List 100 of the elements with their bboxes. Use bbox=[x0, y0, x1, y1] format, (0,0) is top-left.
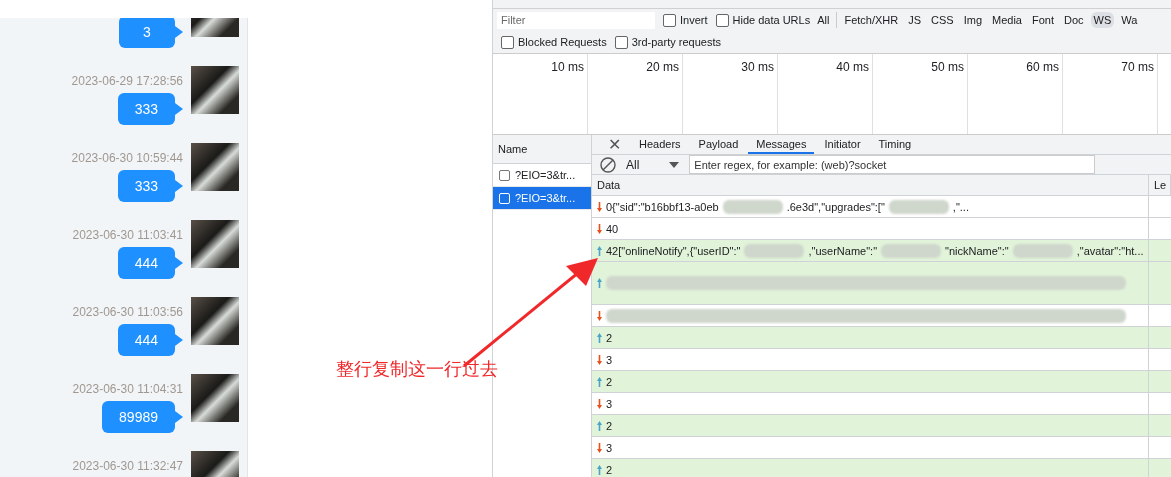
filter-checkbox[interactable]: Invert bbox=[663, 13, 708, 27]
filter-checkbox[interactable]: Blocked Requests bbox=[501, 35, 607, 49]
message-row[interactable]: 2 bbox=[592, 459, 1149, 477]
message-data: 42["onlineNotify",{"userID":" bbox=[606, 244, 741, 257]
bubble-tail-icon bbox=[175, 257, 183, 269]
message-time: 2023-06-30 11:03:41 bbox=[72, 228, 183, 242]
sent-arrow-icon bbox=[597, 376, 602, 387]
message-data: 3 bbox=[606, 441, 613, 454]
type-filter-button[interactable]: Wa bbox=[1118, 12, 1141, 28]
type-filter-button[interactable]: Doc bbox=[1061, 12, 1087, 28]
sent-arrow-icon bbox=[597, 245, 602, 256]
message-time: 2023-06-30 11:32:47 bbox=[72, 459, 183, 473]
length-cell bbox=[1149, 240, 1171, 262]
filter-checkbox[interactable]: Hide data URLs bbox=[715, 13, 811, 27]
bubble-tail-icon bbox=[175, 26, 183, 38]
message-row[interactable] bbox=[592, 305, 1149, 327]
length-cell bbox=[1149, 459, 1171, 477]
received-arrow-icon bbox=[597, 442, 602, 453]
avatar-photo-placeholder bbox=[191, 66, 239, 114]
type-filter-button[interactable]: Media bbox=[989, 12, 1025, 28]
message-row[interactable]: 3 bbox=[592, 393, 1149, 415]
message-row[interactable]: 3 bbox=[592, 349, 1149, 371]
type-filter-button[interactable]: WS bbox=[1090, 12, 1115, 28]
received-arrow-icon bbox=[597, 354, 602, 365]
length-cell bbox=[1149, 327, 1171, 349]
filter-input[interactable]: Filter bbox=[497, 11, 655, 29]
type-filter-button[interactable]: Fetch/XHR bbox=[841, 12, 902, 28]
timeline-tick: 20 ms bbox=[646, 60, 679, 74]
type-filter-button[interactable]: Img bbox=[960, 12, 985, 28]
message-time: 2023-06-30 10:59:44 bbox=[71, 151, 183, 165]
timeline-tick: 50 ms bbox=[931, 60, 964, 74]
type-filter-button[interactable]: All bbox=[814, 12, 833, 28]
message-row[interactable]: 2 bbox=[592, 371, 1149, 393]
bubble-tail-icon bbox=[175, 103, 183, 115]
message-bubble: 444 bbox=[117, 247, 175, 279]
message-time: 2023-06-29 17:28:56 bbox=[71, 74, 183, 88]
regex-filter-input[interactable]: Enter regex, for example: (web)?socket bbox=[689, 155, 1096, 174]
sent-arrow-icon bbox=[597, 332, 602, 343]
annotation-text: 整行复制这一行过去 bbox=[336, 357, 498, 381]
bubble-tail-icon bbox=[175, 334, 183, 346]
message-data: 3 bbox=[606, 397, 613, 410]
message-time: 2023-06-30 11:03:56 bbox=[72, 305, 183, 319]
message-bubble: 444 bbox=[117, 324, 175, 356]
received-arrow-icon bbox=[597, 201, 602, 212]
timeline-tick: 10 ms bbox=[551, 60, 584, 74]
request-row[interactable]: ?EIO=3&tr... bbox=[493, 187, 591, 210]
redacted-blur bbox=[744, 243, 805, 258]
timeline-tick: 60 ms bbox=[1026, 60, 1059, 74]
message-bubble: 333 bbox=[117, 93, 175, 125]
message-data: 3 bbox=[606, 353, 613, 366]
message-data: 40 bbox=[606, 222, 619, 235]
filter-checkbox[interactable]: 3rd-party requests bbox=[614, 35, 721, 49]
column-header[interactable]: Le bbox=[1149, 175, 1171, 196]
type-filter-button[interactable]: Font bbox=[1029, 12, 1057, 28]
message-data: ,"... bbox=[952, 200, 969, 213]
bubble-tail-icon bbox=[175, 180, 183, 192]
avatar-photo-placeholder bbox=[191, 374, 239, 422]
length-cell bbox=[1149, 415, 1171, 437]
message-row[interactable]: 2 bbox=[592, 327, 1149, 349]
message-data: ,"userName":" bbox=[808, 244, 878, 257]
message-type-select[interactable]: All bbox=[626, 157, 680, 172]
received-arrow-icon bbox=[597, 310, 602, 321]
sent-arrow-icon bbox=[597, 420, 602, 431]
clear-icon[interactable] bbox=[600, 156, 616, 173]
caret-icon bbox=[669, 161, 680, 168]
message-row[interactable]: 0{"sid":"b16bbf13-a0eb .6e3d","upgrades":[" ,"... bbox=[592, 196, 1149, 218]
message-bubble: 333 bbox=[117, 170, 175, 202]
sent-arrow-icon bbox=[597, 464, 602, 475]
message-bubble: 89989 bbox=[102, 401, 175, 433]
bubble-tail-icon bbox=[175, 411, 183, 423]
message-row[interactable]: 40 bbox=[592, 218, 1149, 240]
type-filter-button[interactable]: CSS bbox=[928, 12, 957, 28]
message-data: 2 bbox=[606, 375, 613, 388]
message-data: 2 bbox=[606, 331, 613, 344]
message-data: ,"avatar":"ht... bbox=[1076, 244, 1144, 257]
message-data: 2 bbox=[606, 419, 613, 432]
message-row[interactable]: 2 bbox=[592, 415, 1149, 437]
redacted-blur bbox=[722, 199, 783, 214]
redacted-blur bbox=[888, 199, 949, 214]
sent-arrow-icon bbox=[597, 278, 602, 288]
detail-tab[interactable]: Timing bbox=[870, 135, 920, 154]
avatar-photo-placeholder bbox=[191, 297, 239, 345]
detail-tab[interactable]: Headers bbox=[631, 135, 689, 154]
message-time: 2023-06-30 11:04:31 bbox=[72, 382, 183, 396]
name-column-header[interactable]: Name bbox=[493, 135, 591, 164]
message-data: "nickName":" bbox=[945, 244, 1009, 257]
detail-tab[interactable]: Payload bbox=[690, 135, 747, 154]
avatar-photo-placeholder bbox=[191, 143, 239, 191]
detail-tab[interactable]: Initiator bbox=[816, 135, 869, 154]
type-filter-button[interactable]: JS bbox=[905, 12, 925, 28]
message-bubble: 3 bbox=[119, 18, 175, 48]
message-row[interactable]: 42["onlineNotify",{"userID":" ,"userName":" "nickName":" ,"avatar":"ht... bbox=[592, 240, 1149, 262]
timeline-tick: 30 ms bbox=[741, 60, 774, 74]
redacted-blur bbox=[881, 243, 942, 258]
length-cell bbox=[1149, 262, 1171, 305]
message-row[interactable] bbox=[592, 262, 1149, 305]
received-arrow-icon bbox=[597, 223, 602, 234]
message-row[interactable]: 3 bbox=[592, 437, 1149, 459]
avatar-photo-placeholder bbox=[191, 220, 239, 268]
column-header[interactable]: Data bbox=[592, 175, 1149, 196]
